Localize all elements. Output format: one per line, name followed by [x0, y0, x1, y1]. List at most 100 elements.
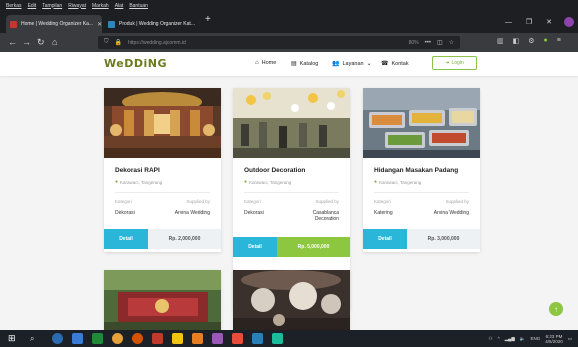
scroll-top-button[interactable]: ↑ [549, 302, 563, 316]
hamburger-menu-icon[interactable]: ≡ [557, 37, 561, 45]
product-location: ● Karawaci, Tangerang [115, 179, 162, 185]
product-image[interactable] [363, 88, 480, 158]
bookmark-star-icon[interactable]: ☆ [449, 39, 454, 46]
chevron-up-icon[interactable]: ^ [498, 336, 500, 341]
supplier-value: Arvina Wedding [433, 210, 469, 216]
cortana-icon[interactable] [52, 333, 63, 344]
location-pin-icon: ● [244, 179, 248, 185]
tab-bar: Home | Wedding Organizer Ka... ✕ Produk … [0, 11, 578, 33]
people-icon[interactable]: ⚇ [489, 336, 493, 342]
menu-berkas[interactable]: Berkas [6, 3, 22, 9]
supplied-by-label: Supplied by [445, 199, 469, 204]
clock[interactable]: 6:23 PM 4/5/2020 [545, 334, 563, 344]
tab-home[interactable]: Home | Wedding Organizer Ka... ✕ [6, 15, 102, 33]
settings-icon[interactable]: ⚙ [528, 37, 534, 45]
detail-button[interactable]: Detail [104, 229, 148, 249]
location-text: Karawaci, Tangerang [379, 179, 422, 185]
profile-avatar[interactable] [564, 17, 574, 27]
detail-button[interactable]: Detail [363, 229, 407, 249]
price-tag: Rp. 2,000,000 [148, 229, 221, 249]
product-image[interactable] [233, 88, 350, 158]
product-card[interactable] [104, 270, 221, 330]
tab-title: Produk | Wedding Organizer Kat... [119, 21, 195, 27]
firefox-icon[interactable] [132, 333, 143, 344]
divider [244, 192, 339, 193]
favicon-icon [108, 20, 115, 28]
address-bar[interactable]: ⛉ 🔒 https://wedding.ajcomm.id 80% ••• ◫ … [98, 36, 460, 49]
supplier-line: Decoration [314, 216, 339, 222]
contact-icon: ☎ [381, 61, 389, 67]
zoom-level[interactable]: 80% [409, 40, 419, 46]
page-actions-icon[interactable]: ••• [425, 40, 431, 46]
network-icon[interactable]: ▂▄▆ [505, 336, 515, 342]
app-icon[interactable] [192, 333, 203, 344]
sidebar-icon[interactable]: ◧ [513, 37, 520, 45]
kategori-value: Dekorasi [244, 210, 264, 216]
supplier-value: Arvina Wedding [174, 210, 210, 216]
start-icon[interactable]: ⊞ [8, 333, 19, 344]
kategori-label: Kategori [244, 199, 261, 204]
forward-icon[interactable]: → [22, 37, 31, 47]
menu-edit[interactable]: Edit [28, 3, 37, 9]
app-icon[interactable] [212, 333, 223, 344]
product-title[interactable]: Hidangan Masakan Padang [374, 167, 458, 174]
product-image[interactable] [104, 88, 221, 158]
app-icon[interactable] [272, 333, 283, 344]
tab-produk[interactable]: Produk | Wedding Organizer Kat... ✕ [104, 15, 200, 33]
volume-icon[interactable]: 🔈 [520, 336, 526, 342]
app-icon[interactable] [152, 333, 163, 344]
product-card[interactable] [233, 270, 350, 330]
close-tab-icon[interactable]: ✕ [97, 21, 102, 28]
back-icon[interactable]: ← [8, 37, 17, 47]
product-image[interactable] [104, 270, 221, 330]
webpage: WeDDiNG ⌂ Home ▤ Katalog 👥 Layanan ⌄ ☎ K… [0, 52, 578, 330]
supplied-by-label: Supplied by [186, 199, 210, 204]
site-logo[interactable]: WeDDiNG [104, 57, 167, 70]
search-icon[interactable]: ⌕ [30, 333, 41, 344]
library-icon[interactable]: ▥ [497, 37, 504, 45]
extension-icon[interactable]: ● [544, 37, 548, 45]
login-icon: ➜ [445, 60, 450, 66]
vscode-icon[interactable] [252, 333, 263, 344]
close-tab-icon[interactable]: ✕ [199, 21, 200, 28]
menu-tampilan[interactable]: Tampilan [42, 3, 62, 9]
maximize-icon[interactable]: ❐ [526, 18, 532, 26]
extension-icons: ▥ ◧ ⚙ ● ≡ [497, 37, 561, 45]
detail-button[interactable]: Detail [233, 237, 277, 257]
menu-bantuan[interactable]: Bantuan [129, 3, 148, 9]
close-window-icon[interactable]: ✕ [546, 18, 552, 26]
product-card[interactable]: Hidangan Masakan Padang ● Karawaci, Tang… [363, 88, 480, 252]
store-icon[interactable] [92, 333, 103, 344]
menu-riwayat[interactable]: Riwayat [68, 3, 86, 9]
explorer-icon[interactable] [172, 333, 183, 344]
tab-title: Home | Wedding Organizer Ka... [21, 21, 94, 27]
system-tray: ⚇ ^ ▂▄▆ 🔈 ENG 6:23 PM 4/5/2020 ▭ [489, 330, 572, 347]
product-title[interactable]: Outdoor Decoration [244, 167, 305, 174]
product-image[interactable] [233, 270, 350, 330]
nav-kontak[interactable]: ☎ Kontak [381, 60, 409, 68]
menu-markah[interactable]: Markah [92, 3, 109, 9]
menu-alat[interactable]: Alat [115, 3, 124, 9]
notifications-icon[interactable]: ▭ [568, 336, 572, 342]
task-view-icon[interactable] [72, 333, 83, 344]
app-icon[interactable] [232, 333, 243, 344]
product-title[interactable]: Dekorasi RAPI [115, 167, 160, 174]
nav-katalog[interactable]: ▤ Katalog [291, 60, 318, 68]
new-tab-button[interactable]: + [205, 15, 211, 25]
product-location: ● Karawaci, Tangerang [374, 179, 421, 185]
nav-layanan[interactable]: 👥 Layanan ⌄ [332, 60, 372, 68]
nav-home[interactable]: ⌂ Home [255, 60, 276, 66]
favicon-icon [10, 20, 17, 28]
home-browser-icon[interactable]: ⌂ [52, 37, 57, 47]
minimize-icon[interactable]: — [505, 19, 512, 26]
pocket-icon[interactable]: ◫ [437, 39, 443, 46]
shield-icon[interactable]: ⛉ [104, 39, 109, 46]
price-tag: Rp. 3,000,000 [407, 229, 480, 249]
lock-icon[interactable]: 🔒 [115, 39, 122, 46]
supplied-by-label: Supplied by [315, 199, 339, 204]
chrome-icon[interactable] [112, 333, 123, 344]
login-button[interactable]: ➜ Login [432, 56, 477, 70]
reload-icon[interactable]: ↻ [37, 37, 45, 47]
product-card[interactable]: Dekorasi RAPI ● Karawaci, Tangerang Kate… [104, 88, 221, 252]
language-indicator[interactable]: ENG [530, 336, 540, 341]
